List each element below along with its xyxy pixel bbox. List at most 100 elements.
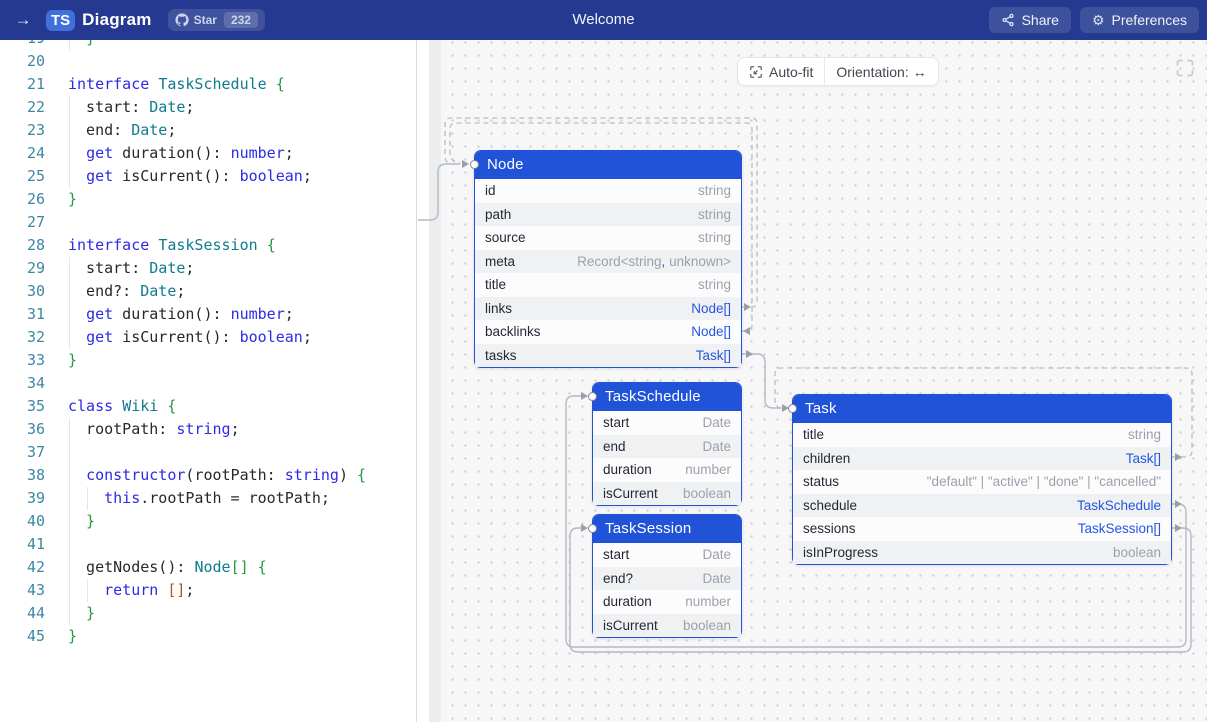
auto-fit-button[interactable]: Auto-fit xyxy=(738,58,824,85)
auto-fit-label: Auto-fit xyxy=(769,64,813,80)
field-type: Node[] xyxy=(691,297,731,321)
code-line: 25 get isCurrent(): boolean; xyxy=(0,165,416,188)
type-link[interactable]: Task[] xyxy=(696,348,731,363)
field-type: Date xyxy=(702,567,731,591)
code-line: 41 xyxy=(0,533,416,556)
line-number: 19 xyxy=(0,40,45,50)
line-number: 27 xyxy=(0,211,45,234)
entity-title: TaskSession xyxy=(593,515,741,543)
entity-taskschedule[interactable]: TaskSchedulestartDateendDatedurationnumb… xyxy=(592,382,742,506)
arrowhead-schedule-source xyxy=(1175,500,1182,508)
code-line: 19 } xyxy=(0,40,416,50)
field-name: schedule xyxy=(803,494,857,518)
line-content xyxy=(45,211,416,234)
indent-guide xyxy=(69,556,70,579)
line-number: 36 xyxy=(0,418,45,441)
line-number: 23 xyxy=(0,119,45,142)
field-type: boolean xyxy=(1113,541,1161,565)
fullscreen-icon[interactable] xyxy=(1176,59,1194,77)
line-number: 37 xyxy=(0,441,45,464)
entity-field-row: sessionsTaskSession[] xyxy=(793,517,1171,541)
entity-port xyxy=(470,160,479,169)
indent-guide xyxy=(87,487,88,510)
line-content: rootPath: string; xyxy=(45,418,416,441)
code-line: 40 } xyxy=(0,510,416,533)
indent-guide xyxy=(69,280,70,303)
line-content xyxy=(45,441,416,464)
field-name: isCurrent xyxy=(603,614,658,638)
line-content: this.rootPath = rootPath; xyxy=(45,487,416,510)
diagram-canvas[interactable]: NodeidstringpathstringsourcestringmetaRe… xyxy=(441,40,1207,722)
field-name: source xyxy=(485,226,526,250)
field-type: "default" | "active" | "done" | "cancell… xyxy=(927,470,1161,494)
line-number: 26 xyxy=(0,188,45,211)
line-number: 31 xyxy=(0,303,45,326)
app-header: → TS Diagram Star 232 Welcome Share ⚙ Pr… xyxy=(0,0,1207,40)
field-type: Task[] xyxy=(1126,447,1161,471)
code-line: 44 } xyxy=(0,602,416,625)
entity-field-row: endDate xyxy=(593,435,741,459)
preferences-button[interactable]: ⚙ Preferences xyxy=(1080,7,1199,33)
field-name: children xyxy=(803,447,850,471)
type-link[interactable]: Task[] xyxy=(1126,451,1161,466)
line-content xyxy=(45,533,416,556)
line-content: constructor(rootPath: string) { xyxy=(45,464,416,487)
line-number: 38 xyxy=(0,464,45,487)
pane-resizer[interactable] xyxy=(417,40,441,722)
line-content xyxy=(45,50,416,73)
field-name: status xyxy=(803,470,839,494)
line-content: start: Date; xyxy=(45,96,416,119)
field-name: title xyxy=(485,273,506,297)
indent-guide xyxy=(69,602,70,625)
field-type: Date xyxy=(702,435,731,459)
field-type: Node[] xyxy=(691,320,731,344)
line-content: } xyxy=(45,602,416,625)
line-content: interface TaskSchedule { xyxy=(45,73,416,96)
type-link[interactable]: Node[] xyxy=(691,324,731,339)
line-number: 34 xyxy=(0,372,45,395)
line-number: 41 xyxy=(0,533,45,556)
entity-field-row: isCurrentboolean xyxy=(593,482,741,506)
line-content: class Wiki { xyxy=(45,395,416,418)
entity-title: TaskSchedule xyxy=(593,383,741,411)
code-editor[interactable]: 19 }2021interface TaskSchedule {22 start… xyxy=(0,40,417,722)
entity-tasksession[interactable]: TaskSessionstartDateend?Datedurationnumb… xyxy=(592,514,742,638)
entity-port xyxy=(588,524,597,533)
star-label: Star xyxy=(194,13,217,27)
code-line: 37 xyxy=(0,441,416,464)
entity-field-row: durationnumber xyxy=(593,458,741,482)
field-type: boolean xyxy=(683,614,731,638)
github-star-button[interactable]: Star 232 xyxy=(168,9,265,31)
code-line: 27 xyxy=(0,211,416,234)
indent-guide xyxy=(69,487,70,510)
field-type: Task[] xyxy=(696,344,731,368)
orientation-label: Orientation: ↔ xyxy=(836,64,926,80)
share-button[interactable]: Share xyxy=(989,7,1071,33)
indent-guide xyxy=(69,326,70,349)
indent-guide xyxy=(69,533,70,556)
line-content: getNodes(): Node[] { xyxy=(45,556,416,579)
entity-node[interactable]: NodeidstringpathstringsourcestringmetaRe… xyxy=(474,150,742,368)
entity-title: Node xyxy=(475,151,741,179)
entity-field-row: isCurrent boolean xyxy=(593,614,741,638)
code-lines: 19 }2021interface TaskSchedule {22 start… xyxy=(0,40,416,648)
type-link[interactable]: TaskSchedule xyxy=(1077,498,1161,513)
type-link[interactable]: Node[] xyxy=(691,301,731,316)
entity-field-row: sourcestring xyxy=(475,226,741,250)
indent-guide xyxy=(69,579,70,602)
indent-guide xyxy=(69,257,70,280)
field-name: meta xyxy=(485,250,515,274)
line-number: 43 xyxy=(0,579,45,602)
line-number: 45 xyxy=(0,625,45,648)
type-link[interactable]: TaskSession[] xyxy=(1078,521,1161,536)
orientation-button[interactable]: Orientation: ↔ xyxy=(825,58,937,85)
field-type: Record<string, unknown> xyxy=(577,250,731,274)
entity-field-row: schedule TaskSchedule xyxy=(793,494,1171,518)
entity-task[interactable]: TasktitlestringchildrenTask[]status"defa… xyxy=(792,394,1172,565)
code-line: 38 constructor(rootPath: string) { xyxy=(0,464,416,487)
line-content: end?: Date; xyxy=(45,280,416,303)
line-content: } xyxy=(45,349,416,372)
canvas-toolbar: Auto-fit Orientation: ↔ xyxy=(737,57,939,86)
collapse-panel-icon[interactable]: → xyxy=(8,10,38,30)
arrowhead-node-target xyxy=(462,160,469,168)
